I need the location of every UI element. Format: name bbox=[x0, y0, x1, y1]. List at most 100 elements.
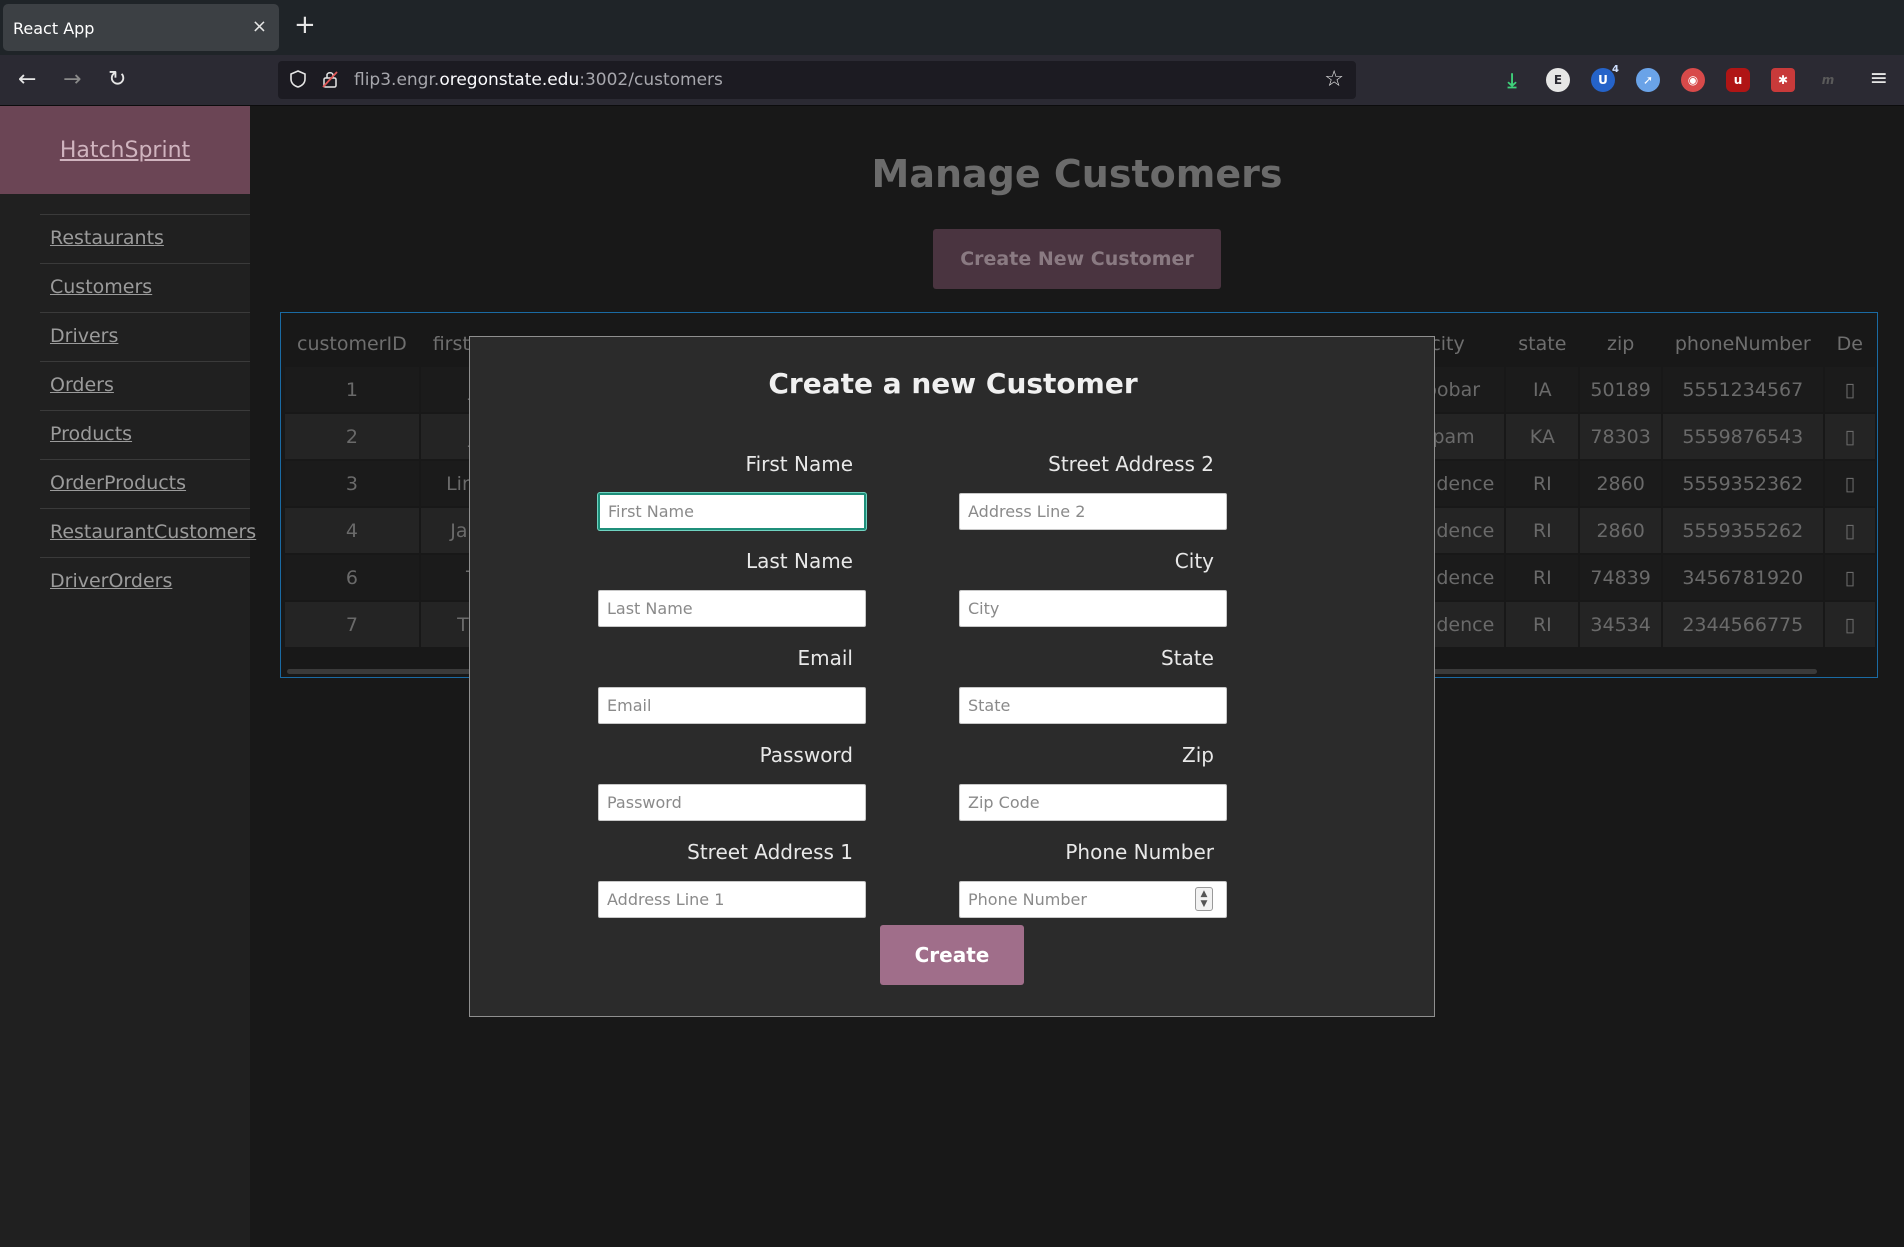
last-name-label: Last Name bbox=[745, 549, 853, 573]
close-tab-icon[interactable]: × bbox=[252, 16, 267, 37]
shield-icon[interactable] bbox=[290, 70, 306, 93]
cell-state: RI bbox=[1506, 602, 1579, 647]
cell-id: 1 bbox=[285, 367, 419, 412]
column-header: state bbox=[1518, 333, 1567, 355]
extension-compass-icon[interactable]: ➚ bbox=[1636, 68, 1660, 92]
state-input[interactable] bbox=[959, 687, 1227, 724]
create-customer-modal: Create a new Customer First Name Last Na… bbox=[469, 336, 1435, 1017]
email-label: Email bbox=[797, 646, 854, 670]
number-spinner-icon[interactable]: ▲ ▼ bbox=[1195, 887, 1213, 911]
delete-icon[interactable]: ▯ bbox=[1824, 508, 1875, 553]
phone-number-input[interactable] bbox=[959, 881, 1227, 918]
cell-phone: 3456781920 bbox=[1662, 555, 1823, 600]
reload-icon[interactable]: ↻ bbox=[108, 68, 126, 92]
cell-id: 3 bbox=[285, 461, 419, 506]
sidebar-item-label[interactable]: RestaurantCustomers bbox=[50, 521, 256, 543]
zip-input[interactable] bbox=[959, 784, 1227, 821]
column-header: phoneNumber bbox=[1674, 333, 1811, 355]
sidebar-item-label[interactable]: Drivers bbox=[50, 325, 118, 347]
delete-icon[interactable]: ▯ bbox=[1824, 555, 1875, 600]
cell-state: KA bbox=[1506, 414, 1579, 459]
create-new-customer-button[interactable]: Create New Customer bbox=[933, 229, 1221, 289]
column-header: zip bbox=[1606, 333, 1635, 355]
back-icon[interactable]: ← bbox=[18, 68, 36, 92]
street-address-2-input[interactable] bbox=[959, 493, 1227, 530]
cell-zip: 78303 bbox=[1580, 414, 1661, 459]
modal-title: Create a new Customer bbox=[768, 367, 1138, 400]
street-address-2-label: Street Address 2 bbox=[1048, 452, 1214, 476]
sidebar-item-restaurantcustomers[interactable]: RestaurantCustomers bbox=[40, 508, 256, 557]
sidebar-item-drivers[interactable]: Drivers bbox=[40, 312, 250, 361]
cell-zip: 74839 bbox=[1580, 555, 1661, 600]
bookmark-star-icon[interactable]: ☆ bbox=[1324, 67, 1344, 92]
sidebar-item-products[interactable]: Products bbox=[40, 410, 250, 459]
delete-icon[interactable]: ▯ bbox=[1824, 367, 1875, 412]
cell-state: RI bbox=[1506, 555, 1579, 600]
url-bar[interactable]: flip3.engr.oregonstate.edu:3002/customer… bbox=[278, 61, 1356, 99]
cell-zip: 2860 bbox=[1580, 461, 1661, 506]
insecure-lock-icon[interactable] bbox=[322, 70, 338, 92]
sidebar-item-driverorders[interactable]: DriverOrders bbox=[40, 557, 250, 606]
cell-state: RI bbox=[1506, 461, 1579, 506]
password-input[interactable] bbox=[598, 784, 866, 821]
hamburger-menu-icon[interactable]: ≡ bbox=[1870, 66, 1888, 91]
sidebar-item-label[interactable]: Products bbox=[50, 423, 132, 445]
forward-icon[interactable]: → bbox=[63, 68, 81, 92]
sidebar-item-orders[interactable]: Orders bbox=[40, 361, 250, 410]
sidebar-item-label[interactable]: Orders bbox=[50, 374, 114, 396]
delete-icon[interactable]: ▯ bbox=[1824, 461, 1875, 506]
cell-id: 4 bbox=[285, 508, 419, 553]
sidebar-item-label[interactable]: DriverOrders bbox=[50, 570, 172, 592]
column-header: De bbox=[1836, 333, 1863, 355]
delete-icon[interactable]: ▯ bbox=[1824, 414, 1875, 459]
sidebar-item-label[interactable]: OrderProducts bbox=[50, 472, 186, 494]
cell-phone: 5551234567 bbox=[1662, 367, 1823, 412]
cell-zip: 2860 bbox=[1580, 508, 1661, 553]
ublock-icon[interactable]: u bbox=[1726, 68, 1750, 92]
extension-e-icon[interactable]: E bbox=[1546, 68, 1570, 92]
sidebar-nav: Restaurants Customers Drivers Orders Pro… bbox=[40, 214, 256, 606]
phone-number-label: Phone Number bbox=[1065, 840, 1214, 864]
url-text[interactable]: flip3.engr.oregonstate.edu:3002/customer… bbox=[354, 70, 723, 90]
last-name-input[interactable] bbox=[598, 590, 866, 627]
cell-phone: 5559352362 bbox=[1662, 461, 1823, 506]
zip-label: Zip bbox=[1182, 743, 1214, 767]
cell-zip: 34534 bbox=[1580, 602, 1661, 647]
extension-badge: 4 bbox=[1612, 64, 1619, 75]
browser-tab[interactable]: React App × bbox=[3, 4, 279, 51]
city-input[interactable] bbox=[959, 590, 1227, 627]
brand-link[interactable]: HatchSprint bbox=[0, 138, 250, 163]
url-path: :3002/customers bbox=[579, 70, 723, 90]
cell-id: 6 bbox=[285, 555, 419, 600]
street-address-1-input[interactable] bbox=[598, 881, 866, 918]
url-subdomain: flip3.engr. bbox=[354, 70, 440, 90]
extension-red-icon[interactable]: ✱ bbox=[1771, 68, 1795, 92]
cell-phone: 5559355262 bbox=[1662, 508, 1823, 553]
cell-state: RI bbox=[1506, 508, 1579, 553]
cell-id: 7 bbox=[285, 602, 419, 647]
brand-header: HatchSprint bbox=[0, 106, 250, 194]
sidebar-item-orderproducts[interactable]: OrderProducts bbox=[40, 459, 250, 508]
sidebar: HatchSprint Restaurants Customers Driver… bbox=[0, 106, 256, 1247]
cell-phone: 5559876543 bbox=[1662, 414, 1823, 459]
page-title: Manage Customers bbox=[871, 152, 1283, 196]
state-label: State bbox=[1161, 646, 1214, 670]
first-name-label: First Name bbox=[745, 452, 853, 476]
extension-eyes-icon[interactable]: ◉ bbox=[1681, 68, 1705, 92]
sidebar-item-label[interactable]: Restaurants bbox=[50, 227, 164, 249]
sidebar-item-label[interactable]: Customers bbox=[50, 276, 152, 298]
browser-toolbar: ← → ↻ flip3.engr.oregonstate.edu:3002/cu… bbox=[0, 55, 1904, 106]
extension-m-icon[interactable]: m bbox=[1816, 68, 1840, 92]
sidebar-item-restaurants[interactable]: Restaurants bbox=[40, 214, 250, 263]
create-button[interactable]: Create bbox=[880, 925, 1024, 985]
first-name-input[interactable] bbox=[598, 493, 866, 530]
extension-shield-icon[interactable]: 4U bbox=[1591, 64, 1619, 92]
cell-zip: 50189 bbox=[1580, 367, 1661, 412]
new-tab-icon[interactable]: + bbox=[294, 12, 316, 38]
sidebar-item-customers[interactable]: Customers bbox=[40, 263, 250, 312]
delete-icon[interactable]: ▯ bbox=[1824, 602, 1875, 647]
cell-state: IA bbox=[1506, 367, 1579, 412]
cell-phone: 2344566775 bbox=[1662, 602, 1823, 647]
downloads-icon[interactable]: ⤓ bbox=[1500, 68, 1524, 92]
email-input[interactable] bbox=[598, 687, 866, 724]
